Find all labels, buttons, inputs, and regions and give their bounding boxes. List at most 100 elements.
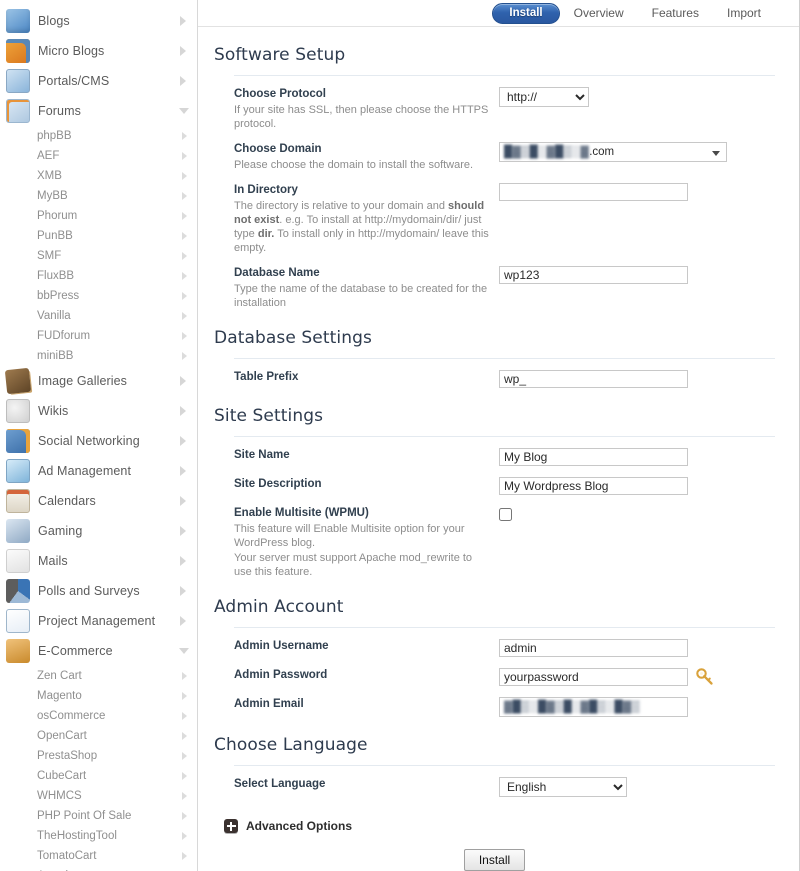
sidebar-item-opencart[interactable]: OpenCart <box>0 726 197 746</box>
chevron-right-icon <box>179 46 189 56</box>
label-table-prefix: Table Prefix <box>234 371 299 383</box>
key-icon[interactable] <box>695 667 715 692</box>
site-description-input[interactable] <box>499 477 688 495</box>
section-title-admin-account: Admin Account <box>214 597 344 617</box>
tab-bar[interactable]: Install Overview Features Import <box>198 0 799 27</box>
enable-multisite-checkbox[interactable] <box>499 508 512 521</box>
sidebar-category-polls-and-surveys[interactable]: Polls and Surveys <box>0 576 197 606</box>
chevron-right-icon <box>180 331 189 341</box>
field-col: http://http://www.https://https://www. <box>499 87 775 107</box>
chevron-right-icon <box>180 831 189 841</box>
sidebar-item-prestashop[interactable]: PrestaShop <box>0 746 197 766</box>
label-admin-password: Admin Password <box>234 669 328 681</box>
sidebar-category-wikis[interactable]: Wikis <box>0 396 197 426</box>
sidebar-item-fudforum[interactable]: FUDforum <box>0 326 197 346</box>
advanced-options-toggle[interactable]: Advanced Options <box>214 797 775 833</box>
database-name-input[interactable] <box>499 266 688 284</box>
sidebar-item-fluxbb[interactable]: FluxBB <box>0 266 197 286</box>
field-row-database-name: Database Name Type the name of the datab… <box>214 255 775 310</box>
desc-in-directory: The directory is relative to your domain… <box>234 200 489 254</box>
tab-features[interactable]: Features <box>638 3 713 23</box>
table-prefix-input[interactable] <box>499 370 688 388</box>
category-sidebar[interactable]: Blogs Micro Blogs Portals/CMS Forums phpBB AE… <box>0 0 198 871</box>
sidebar-item-minibb[interactable]: miniBB <box>0 346 197 366</box>
sidebar-category-label: E-Commerce <box>38 644 113 658</box>
sidebar-item-tomatocart[interactable]: TomatoCart <box>0 846 197 866</box>
sidebar-category-e-commerce[interactable]: E-Commerce <box>0 636 197 666</box>
field-col: █▓▒█░▓█▒░▓ .com <box>499 142 775 162</box>
sidebar-item-phpbb[interactable]: phpBB <box>0 126 197 146</box>
label-in-directory: In Directory <box>234 184 298 196</box>
admin-password-input[interactable] <box>499 668 688 686</box>
sidebar-item-label: AEF <box>37 150 60 162</box>
sidebar-category-calendars[interactable]: Calendars <box>0 486 197 516</box>
tab-import[interactable]: Import <box>713 3 775 23</box>
field-row-site-name: Site Name <box>214 437 775 466</box>
admin-username-input[interactable] <box>499 639 688 657</box>
chevron-right-icon <box>180 251 189 261</box>
install-action-row: Install <box>214 833 775 871</box>
sidebar-item-mybb[interactable]: MyBB <box>0 186 197 206</box>
sidebar-item-thehostingtool[interactable]: TheHostingTool <box>0 826 197 846</box>
sidebar-category-forums[interactable]: Forums <box>0 96 197 126</box>
sidebar-item-oscommerce[interactable]: osCommerce <box>0 706 197 726</box>
label-admin-username: Admin Username <box>234 640 329 652</box>
sidebar-item-xmb[interactable]: XMB <box>0 166 197 186</box>
sidebar-category-portals-cms[interactable]: Portals/CMS <box>0 66 197 96</box>
softaculous-installer-page: Blogs Micro Blogs Portals/CMS Forums phpBB AE… <box>0 0 800 871</box>
in-directory-input[interactable] <box>499 183 688 201</box>
sidebar-item-punbb[interactable]: PunBB <box>0 226 197 246</box>
site-name-input[interactable] <box>499 448 688 466</box>
sidebar-category-project-management[interactable]: Project Management <box>0 606 197 636</box>
sidebar-item-label: TomatoCart <box>37 850 97 862</box>
sidebar-category-image-galleries[interactable]: Image Galleries <box>0 366 197 396</box>
sidebar-item-label: PHP Point Of Sale <box>37 810 132 822</box>
field-col <box>499 370 775 388</box>
label-col: Select Language <box>214 777 499 792</box>
sidebar-category-micro-blogs[interactable]: Micro Blogs <box>0 36 197 66</box>
sidebar-item-zen-cart[interactable]: Zen Cart <box>0 666 197 686</box>
label-col: Admin Email <box>214 697 499 712</box>
chevron-right-icon <box>180 691 189 701</box>
tab-install[interactable]: Install <box>492 2 560 24</box>
sidebar-category-ad-management[interactable]: Ad Management <box>0 456 197 486</box>
field-row-admin-username: Admin Username <box>214 628 775 657</box>
sidebar-item-cubecart[interactable]: CubeCart <box>0 766 197 786</box>
sidebar-item-whmcs[interactable]: WHMCS <box>0 786 197 806</box>
chevron-right-icon <box>180 151 189 161</box>
sidebar-item-vanilla[interactable]: Vanilla <box>0 306 197 326</box>
domain-select[interactable]: █▓▒█░▓█▒░▓ .com <box>499 142 727 162</box>
sidebar-item-label: XMB <box>37 170 62 182</box>
field-row-enable-multisite: Enable Multisite (WPMU) This feature wil… <box>214 495 775 579</box>
field-col <box>499 506 775 526</box>
chevron-right-icon <box>179 406 189 416</box>
sidebar-category-label: Calendars <box>38 494 96 508</box>
sidebar-category-social-networking[interactable]: Social Networking <box>0 426 197 456</box>
sidebar-category-mails[interactable]: Mails <box>0 546 197 576</box>
sidebar-category-gaming[interactable]: Gaming <box>0 516 197 546</box>
chevron-right-icon <box>180 191 189 201</box>
sidebar-item-aef[interactable]: AEF <box>0 146 197 166</box>
sidebar-item-smf[interactable]: SMF <box>0 246 197 266</box>
sidebar-item-label: bbPress <box>37 290 80 302</box>
chevron-right-icon <box>180 711 189 721</box>
sidebar-item-label: phpBB <box>37 130 72 142</box>
sidebar-item-avactis[interactable]: Avactis <box>0 866 197 871</box>
sidebar-item-bbpress[interactable]: bbPress <box>0 286 197 306</box>
sidebar-category-label: Micro Blogs <box>38 44 105 58</box>
chevron-right-icon <box>179 586 189 596</box>
sidebar-item-phorum[interactable]: Phorum <box>0 206 197 226</box>
admin-email-input[interactable]: ▓█▒░█▓▒█░▓█▒░█▓▒ <box>499 697 688 717</box>
sidebar-item-magento[interactable]: Magento <box>0 686 197 706</box>
sidebar-category-label: Forums <box>38 104 81 118</box>
chevron-down-icon <box>179 106 189 116</box>
tab-overview[interactable]: Overview <box>560 3 638 23</box>
protocol-select[interactable]: http://http://www.https://https://www. <box>499 87 589 107</box>
language-select[interactable]: EnglishDeutschEspanolFrancais <box>499 777 627 797</box>
install-button[interactable]: Install <box>463 849 526 871</box>
sidebar-category-label: Mails <box>38 554 68 568</box>
field-col <box>499 639 775 657</box>
sidebar-category-blogs[interactable]: Blogs <box>0 6 197 36</box>
sidebar-item-php-point-of-sale[interactable]: PHP Point Of Sale <box>0 806 197 826</box>
chevron-right-icon <box>180 851 189 861</box>
